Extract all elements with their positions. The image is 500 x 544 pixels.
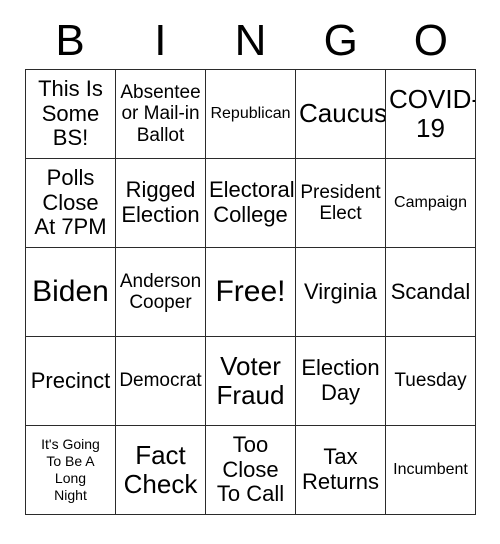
bingo-cell[interactable]: Virginia bbox=[295, 247, 386, 337]
bingo-cell[interactable]: Tax Returns bbox=[295, 425, 386, 515]
bingo-cell[interactable]: Incumbent bbox=[385, 425, 476, 515]
bingo-cell-label: Electoral College bbox=[209, 177, 295, 227]
bingo-cell-label: Caucus bbox=[299, 98, 386, 129]
bingo-cell-label: Election Day bbox=[301, 355, 380, 405]
bingo-cell-label: Tuesday bbox=[394, 370, 467, 392]
bingo-cell-label: President Elect bbox=[300, 181, 381, 224]
bingo-cell[interactable]: Republican bbox=[205, 69, 296, 159]
bingo-cell[interactable]: Absentee or Mail-in Ballot bbox=[115, 69, 206, 159]
bingo-header: B I N G O bbox=[25, 12, 476, 69]
bingo-header-letter-i: I bbox=[154, 15, 167, 65]
bingo-cell-label: This Is Some BS! bbox=[38, 75, 103, 151]
bingo-cell-label: Republican bbox=[210, 104, 291, 122]
bingo-cell[interactable]: Tuesday bbox=[385, 336, 476, 426]
bingo-cell[interactable]: COVID- 19 bbox=[385, 69, 476, 159]
bingo-cell-label: It's Going To Be A Long Night bbox=[41, 436, 100, 503]
bingo-cell-label: Virginia bbox=[304, 278, 377, 304]
bingo-cell-label: Campaign bbox=[394, 193, 467, 211]
bingo-cell-label: Too Close To Call bbox=[216, 431, 285, 507]
bingo-cell-label: Precinct bbox=[30, 367, 111, 393]
bingo-cell-label: COVID- 19 bbox=[389, 83, 476, 143]
bingo-cell[interactable]: Caucus bbox=[295, 69, 386, 159]
bingo-cell-label: Biden bbox=[32, 275, 109, 309]
bingo-grid-body: This Is Some BS! Absentee or Mail-in Ball… bbox=[25, 69, 476, 515]
bingo-cell[interactable]: Biden bbox=[25, 247, 116, 337]
bingo-cell[interactable]: Electoral College bbox=[205, 158, 296, 248]
bingo-row: Biden Anderson Cooper Free! Virginia Scandal bbox=[25, 247, 476, 337]
bingo-cell[interactable]: President Elect bbox=[295, 158, 386, 248]
bingo-cell[interactable]: Democrat bbox=[115, 336, 206, 426]
bingo-cell-label: Polls Close At 7PM bbox=[34, 164, 107, 240]
bingo-cell[interactable]: Scandal bbox=[385, 247, 476, 337]
bingo-header-letter-b: B bbox=[55, 15, 85, 65]
bingo-cell-label: Absentee or Mail-in Ballot bbox=[120, 81, 201, 146]
bingo-cell[interactable]: This Is Some BS! bbox=[25, 69, 116, 159]
bingo-cell[interactable]: Fact Check bbox=[115, 425, 206, 515]
bingo-cell-label: Incumbent bbox=[393, 460, 468, 478]
bingo-cell-label: Tax Returns bbox=[301, 444, 380, 494]
bingo-cell-label: Fact Check bbox=[123, 439, 198, 499]
bingo-header-letter-o: O bbox=[413, 15, 449, 65]
bingo-row: It's Going To Be A Long Night Fact Check T… bbox=[25, 425, 476, 515]
bingo-free-space[interactable]: Free! bbox=[205, 247, 296, 337]
bingo-cell[interactable]: Election Day bbox=[295, 336, 386, 426]
bingo-row: Precinct Democrat Voter Fraud Election Day T… bbox=[25, 336, 476, 426]
bingo-cell[interactable]: Precinct bbox=[25, 336, 116, 426]
bingo-cell-label: Democrat bbox=[119, 370, 202, 392]
bingo-row: This Is Some BS! Absentee or Mail-in Ball… bbox=[25, 69, 476, 159]
bingo-cell[interactable]: Too Close To Call bbox=[205, 425, 296, 515]
bingo-cell[interactable]: It's Going To Be A Long Night bbox=[25, 425, 116, 515]
bingo-cell-label: Rigged Election bbox=[121, 177, 200, 227]
bingo-cell-label: Free! bbox=[215, 275, 286, 309]
bingo-grid: This Is Some BS! Absentee or Mail-in Ball… bbox=[25, 69, 476, 515]
bingo-row: Polls Close At 7PM Rigged Election Elector… bbox=[25, 158, 476, 248]
bingo-cell-label: Voter Fraud bbox=[216, 350, 285, 410]
bingo-cell-label: Scandal bbox=[390, 278, 471, 304]
bingo-cell[interactable]: Anderson Cooper bbox=[115, 247, 206, 337]
bingo-cell[interactable]: Voter Fraud bbox=[205, 336, 296, 426]
bingo-cell[interactable]: Campaign bbox=[385, 158, 476, 248]
bingo-header-letter-g: G bbox=[323, 15, 358, 65]
bingo-card: B I N G O This Is Some BS! Absentee or Ma… bbox=[0, 0, 500, 544]
bingo-cell-label: Anderson Cooper bbox=[119, 270, 202, 313]
bingo-header-letter-n: N bbox=[234, 15, 267, 65]
bingo-cell[interactable]: Rigged Election bbox=[115, 158, 206, 248]
bingo-cell[interactable]: Polls Close At 7PM bbox=[25, 158, 116, 248]
